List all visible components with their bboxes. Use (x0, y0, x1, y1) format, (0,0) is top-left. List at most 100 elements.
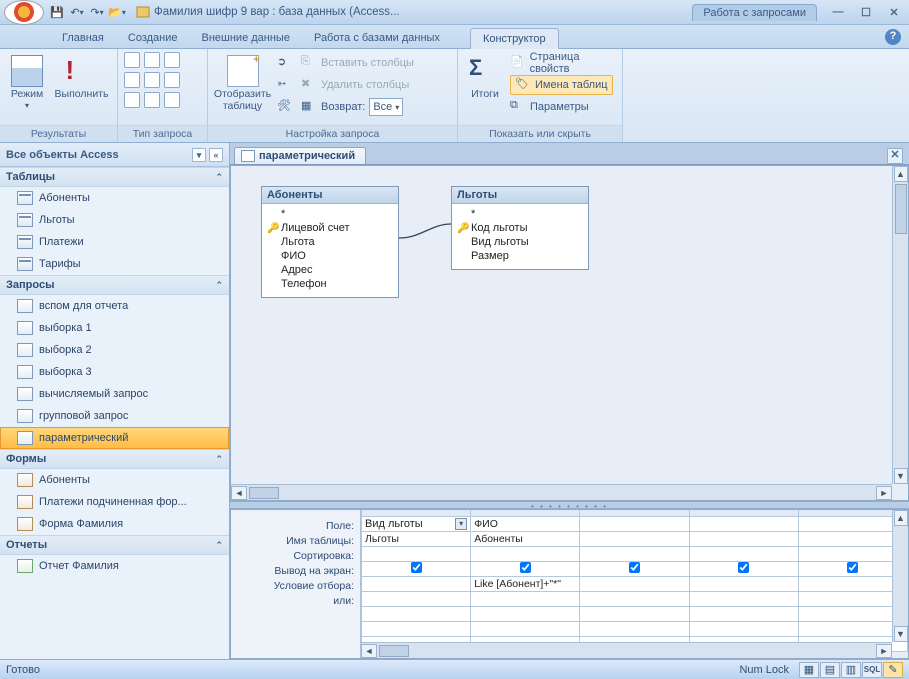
show-checkbox[interactable] (847, 562, 858, 573)
nav-item[interactable]: Отчет Фамилия (0, 555, 229, 577)
nav-item[interactable]: Форма Фамилия (0, 513, 229, 535)
view-button[interactable]: Режим▾ (6, 52, 48, 113)
show-checkbox[interactable] (520, 562, 531, 573)
field-row[interactable]: Размер (457, 249, 583, 263)
pane-splitter[interactable]: • • • • • • • • • (230, 501, 909, 509)
nav-item[interactable]: выборка 1 (0, 317, 229, 339)
nav-section-forms[interactable]: Формы⌃ (0, 449, 229, 469)
nav-item[interactable]: Абоненты (0, 187, 229, 209)
field-dropdown[interactable]: ▾ (455, 518, 467, 530)
nav-item[interactable]: выборка 2 (0, 339, 229, 361)
diagram-vscroll[interactable]: ▲▼ (892, 166, 908, 484)
field-row[interactable]: ФИО (267, 249, 393, 263)
nav-section-tables[interactable]: Таблицы⌃ (0, 167, 229, 187)
save-icon[interactable]: 💾 (48, 3, 66, 21)
nav-item[interactable]: Льготы (0, 209, 229, 231)
qbe-row-labels: Поле: Имя таблицы: Сортировка: Вывод на … (231, 510, 361, 658)
app-icon (136, 5, 150, 19)
query-icon (17, 431, 33, 445)
insert-columns-button[interactable]: ⎘Вставить столбцы (301, 52, 451, 74)
builder-button[interactable]: 🛠 (277, 96, 293, 118)
delete-rows-button[interactable]: ➳ (277, 74, 293, 96)
nav-header[interactable]: Все объекты Access ▾« (0, 143, 229, 167)
nav-item[interactable]: Абоненты (0, 469, 229, 491)
pivotchart-view-button[interactable]: ▥ (841, 662, 861, 678)
field-row[interactable]: * (457, 207, 583, 221)
document-tab[interactable]: параметрический (234, 147, 366, 164)
field-row[interactable]: 🔑Код льготы (457, 221, 583, 235)
append-query-icon[interactable] (164, 52, 180, 68)
close-button[interactable]: ✕ (883, 6, 905, 19)
tab-design[interactable]: Конструктор (470, 28, 559, 49)
nav-section-queries[interactable]: Запросы⌃ (0, 275, 229, 295)
parameters-button[interactable]: ⧉Параметры (510, 96, 620, 118)
nav-collapse-icon[interactable]: « (209, 148, 223, 162)
qbe-columns[interactable]: Вид льготы▾ФИОЛьготыАбонентыLike [Абонен… (361, 510, 908, 658)
delete-query-icon[interactable] (164, 72, 180, 88)
show-checkbox[interactable] (411, 562, 422, 573)
insert-rows-button[interactable]: ➲ (277, 52, 293, 74)
nav-section-reports[interactable]: Отчеты⌃ (0, 535, 229, 555)
office-button[interactable] (4, 0, 44, 25)
tab-external-data[interactable]: Внешние данные (190, 28, 302, 48)
group-showhide-label: Показать или скрыть (458, 125, 622, 142)
nav-filter-icon[interactable]: ▾ (192, 148, 206, 162)
group-setup-label: Настройка запроса (208, 125, 457, 142)
nav-item[interactable]: вспом для отчета (0, 295, 229, 317)
tab-database-tools[interactable]: Работа с базами данных (302, 28, 452, 48)
nav-item[interactable]: групповой запрос (0, 405, 229, 427)
qbe-vscroll[interactable]: ▲▼ (892, 510, 908, 642)
minimize-button[interactable]: — (827, 6, 849, 19)
diagram-pane[interactable]: Абоненты *🔑Лицевой счетЛьготаФИОАдресТел… (230, 165, 909, 501)
tab-create[interactable]: Создание (116, 28, 190, 48)
nav-item[interactable]: Платежи (0, 231, 229, 253)
return-combo[interactable]: Все▾ (369, 98, 403, 116)
pivottable-view-button[interactable]: ▤ (820, 662, 840, 678)
field-row[interactable]: Льгота (267, 235, 393, 249)
nav-item[interactable]: Тарифы (0, 253, 229, 275)
update-query-icon[interactable] (124, 72, 140, 88)
delete-columns-button[interactable]: ✖Удалить столбцы (301, 74, 451, 96)
datadef-query-icon[interactable] (164, 92, 180, 108)
make-table-icon[interactable] (144, 52, 160, 68)
crosstab-query-icon[interactable] (144, 72, 160, 88)
redo-icon[interactable]: ↷▾ (88, 3, 106, 21)
union-query-icon[interactable] (124, 92, 140, 108)
property-sheet-button[interactable]: 📄Страница свойств (510, 52, 620, 74)
return-row: ▦ Возврат: Все▾ (301, 96, 451, 118)
qbe-hscroll[interactable]: ◄► (361, 642, 892, 658)
sql-view-button[interactable]: SQL (862, 662, 882, 678)
tab-home[interactable]: Главная (50, 28, 116, 48)
show-checkbox[interactable] (738, 562, 749, 573)
table-box-abonents[interactable]: Абоненты *🔑Лицевой счетЛьготаФИОАдресТел… (261, 186, 399, 298)
run-button[interactable]: ! Выполнить (52, 52, 111, 104)
select-query-icon[interactable] (124, 52, 140, 68)
field-row[interactable]: Телефон (267, 277, 393, 291)
design-view-button[interactable]: ✎ (883, 662, 903, 678)
field-row[interactable]: Вид льготы (457, 235, 583, 249)
query-icon (17, 343, 33, 357)
passthrough-query-icon[interactable] (144, 92, 160, 108)
help-icon[interactable]: ? (885, 29, 901, 45)
table-names-button[interactable]: 🏷Имена таблиц (510, 74, 620, 96)
field-row[interactable]: Адрес (267, 263, 393, 277)
maximize-button[interactable]: ☐ (855, 6, 877, 19)
show-checkbox[interactable] (629, 562, 640, 573)
nav-item[interactable]: выборка 3 (0, 361, 229, 383)
show-table-button[interactable]: Отобразить таблицу (214, 52, 271, 115)
open-icon[interactable]: 📂▾ (108, 3, 126, 21)
query-icon (17, 387, 33, 401)
nav-item[interactable]: параметрический (0, 427, 229, 449)
diagram-hscroll[interactable]: ◄► (231, 484, 892, 500)
nav-item[interactable]: вычисляемый запрос (0, 383, 229, 405)
document-close-button[interactable]: ✕ (887, 148, 903, 164)
ribbon: Режим▾ ! Выполнить Результаты Тип запр (0, 49, 909, 143)
table-box-lgoty[interactable]: Льготы *🔑Код льготыВид льготыРазмер (451, 186, 589, 270)
datasheet-view-button[interactable]: ▦ (799, 662, 819, 678)
nav-item[interactable]: Платежи подчиненная фор... (0, 491, 229, 513)
field-row[interactable]: * (267, 207, 393, 221)
status-numlock: Num Lock (739, 664, 789, 676)
totals-button[interactable]: Σ Итоги (464, 52, 506, 104)
undo-icon[interactable]: ↶▾ (68, 3, 86, 21)
field-row[interactable]: 🔑Лицевой счет (267, 221, 393, 235)
